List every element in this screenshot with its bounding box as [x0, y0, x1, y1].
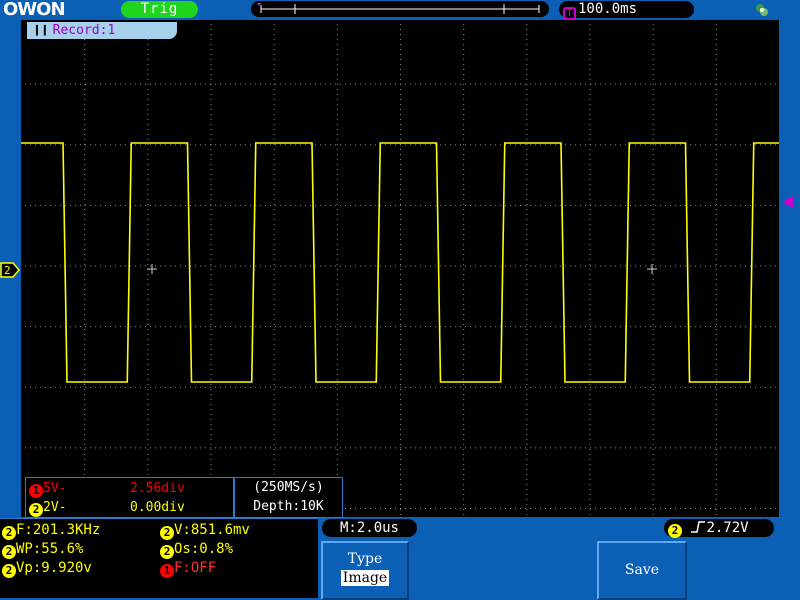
measurement-frequency: 2 F:201.3KHz — [2, 521, 100, 540]
measurement-badge: 2 — [160, 526, 174, 540]
channel-marker-label: 2 — [4, 264, 11, 277]
measurement-value: WP:55.6% — [16, 541, 84, 557]
record-label: Record:1 — [52, 23, 116, 38]
save-label: Save — [624, 562, 660, 578]
measurement-ch1-frequency: 1 F:OFF — [160, 559, 216, 578]
waveform-position-indicator — [251, 1, 549, 17]
ch2-badge: 2 — [29, 503, 43, 517]
measurement-value: Os:0.8% — [174, 541, 234, 557]
save-softkey[interactable]: Save — [597, 541, 687, 600]
rising-edge-icon — [691, 521, 706, 533]
trigger-status-badge: Trig — [121, 1, 198, 18]
ch1-volts: 5V- — [43, 481, 67, 496]
measurement-badge: 2 — [2, 526, 16, 540]
trigger-info-display: 2 2.72V — [664, 519, 774, 538]
type-value: Image — [340, 570, 390, 586]
channel-2-trace — [21, 142, 779, 383]
trigger-level-icon — [782, 196, 793, 208]
memory-depth: Depth:10K — [253, 499, 324, 514]
ch2-info-row: 2 2V- 0.00div — [26, 498, 233, 517]
type-label: Type — [347, 551, 383, 567]
usb-icon — [755, 2, 769, 16]
measurement-value: Vp:9.920v — [16, 560, 92, 576]
ch1-badge: 1 — [29, 484, 43, 498]
measurement-badge: 2 — [2, 564, 16, 578]
owon-logo: OWON — [3, 0, 66, 20]
measurement-badge: 1 — [160, 564, 174, 578]
trigger-position-icon — [257, 3, 261, 6]
trigger-level-marker[interactable] — [780, 194, 794, 213]
measurement-badge: 2 — [2, 545, 16, 559]
sample-rate: (250MS/s) — [253, 480, 324, 495]
ch2-volts: 2V- — [43, 500, 67, 515]
ch1-offset: 2.56div — [130, 481, 185, 496]
time-icon: T — [563, 7, 576, 20]
pause-icon: ❙❙ — [33, 23, 49, 38]
measurement-pulse-width: 2 WP:55.6% — [2, 540, 83, 559]
measurement-badge: 2 — [160, 545, 174, 559]
measurement-overshoot: 2 Os:0.8% — [160, 540, 233, 559]
timebase-display: T 100.0ms — [559, 1, 694, 20]
measurement-value: F:OFF — [174, 560, 217, 576]
channel-info-panel: 1 5V- 2.56div 2 2V- 0.00div — [25, 477, 234, 518]
graticule — [25, 24, 776, 515]
channel-2-level-marker[interactable]: 2 — [0, 262, 20, 282]
sampling-info-panel: (250MS/s) Depth:10K — [234, 477, 343, 518]
measurement-value: F:201.3KHz — [16, 522, 101, 538]
trigger-channel-badge: 2 — [668, 524, 682, 538]
waveform-display[interactable] — [21, 20, 779, 517]
position-bar-graphic — [257, 3, 540, 14]
trigger-level-value: 2.72V — [706, 520, 749, 536]
timebase-value: 100.0ms — [578, 1, 638, 17]
horizontal-time-display: M:2.0us — [322, 519, 417, 537]
record-indicator: ❙❙ Record:1 — [27, 22, 177, 39]
ch2-offset: 0.00div — [130, 500, 185, 515]
measurement-vpeak: 2 Vp:9.920v — [2, 559, 92, 578]
measurement-value: V:851.6mv — [174, 522, 250, 538]
waveform-canvas — [21, 24, 779, 515]
measurement-vpp: 2 V:851.6mv — [160, 521, 250, 540]
ch1-info-row: 1 5V- 2.56div — [26, 479, 233, 498]
type-softkey[interactable]: Type Image — [321, 541, 409, 600]
measurements-panel: 2 F:201.3KHz 2 V:851.6mv 2 WP:55.6% 2 Os:0.8… — [0, 518, 318, 598]
